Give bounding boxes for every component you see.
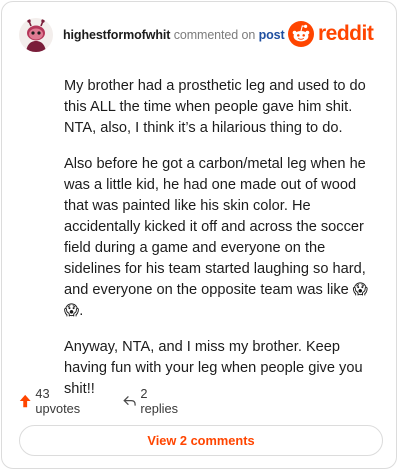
view-comments-button[interactable]: View 2 comments — [19, 425, 383, 456]
upvote-arrow-icon — [19, 394, 31, 408]
upvote-button[interactable]: 43 upvotes — [19, 386, 84, 416]
action-text: commented on — [173, 28, 256, 42]
user-avatar[interactable] — [19, 18, 53, 52]
comment-paragraph: Anyway, NTA, and I miss my brother. Keep… — [64, 339, 363, 397]
comment-paragraph: Also before he got a carbon/metal leg wh… — [64, 156, 369, 319]
replies-count: 2 replies — [140, 386, 179, 416]
reddit-brand[interactable]: reddit — [288, 21, 384, 47]
upvote-count: 43 upvotes — [35, 386, 81, 416]
reddit-logo-icon — [288, 21, 314, 47]
replies-button[interactable]: 2 replies — [123, 386, 181, 416]
reply-arrow-icon — [123, 396, 136, 406]
comment-header: highestformofwhit commented on post redd… — [19, 18, 384, 54]
snoo-avatar-icon — [19, 18, 53, 52]
post-link[interactable]: post — [259, 28, 285, 42]
comment-body: My brother had a prosthetic leg and used… — [64, 76, 380, 415]
username[interactable]: highestformofwhit — [63, 28, 170, 42]
reddit-wordmark: reddit — [318, 22, 374, 45]
comment-paragraph: My brother had a prosthetic leg and used… — [64, 78, 366, 136]
byline: highestformofwhit commented on post — [63, 28, 285, 42]
comment-card: highestformofwhit commented on post redd… — [1, 1, 397, 469]
